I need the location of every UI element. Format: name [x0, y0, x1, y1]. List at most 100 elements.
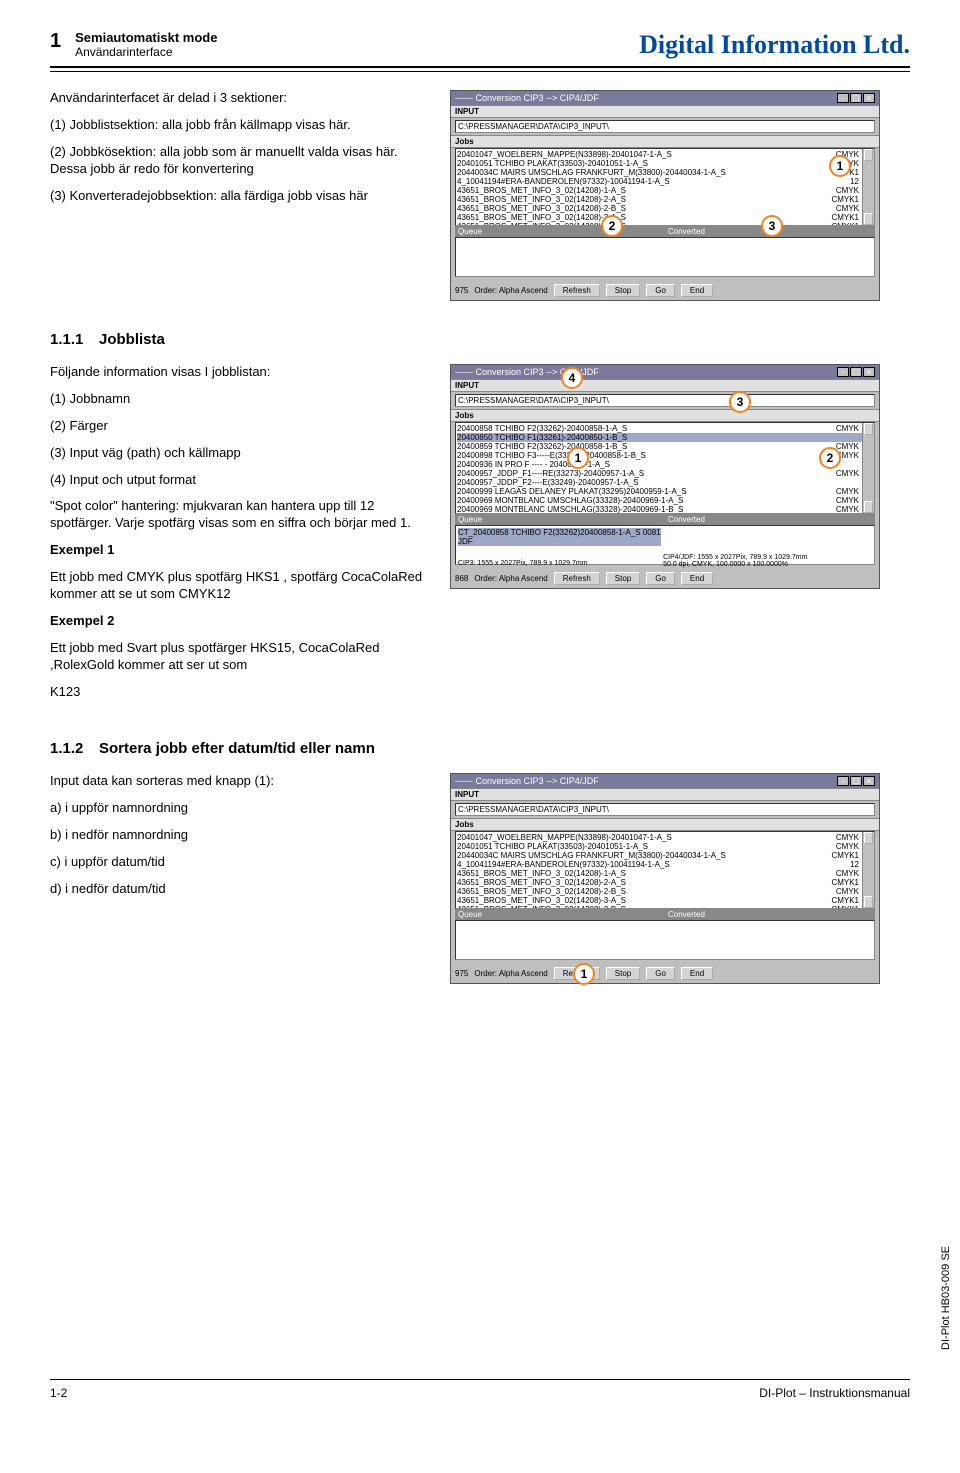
- jobs-label: Jobs: [455, 137, 474, 146]
- jobs-list[interactable]: 20401047_WOELBERN_MAPPE(N33898)-20401047…: [455, 148, 875, 226]
- job-row[interactable]: 20400957_JDDP_F1----RE(33273)-20400957-1…: [457, 469, 873, 478]
- go-button[interactable]: Go: [646, 284, 675, 297]
- s111-i1: (1) Jobbnamn: [50, 391, 430, 408]
- count-label: 975: [455, 969, 468, 978]
- job-row[interactable]: 20400969 MONTBLANC UMSCHLAG(33328)-20400…: [457, 496, 873, 505]
- job-row[interactable]: 43651_BROS_MET_INFO_3_02(14208)-2-A_SCMY…: [457, 878, 873, 887]
- lower-panes: [455, 920, 875, 960]
- job-row[interactable]: 20400898 TCHIBO F3-----E(33278)-20400858…: [457, 451, 873, 460]
- s112-p1: Input data kan sorteras med knapp (1):: [50, 773, 430, 790]
- input-path[interactable]: C:\PRESSMANAGER\DATA\CIP3_INPUT\: [455, 394, 875, 407]
- stop-button[interactable]: Stop: [606, 572, 640, 585]
- job-row[interactable]: 20401047_WOELBERN_MAPPE(N33898)-20401047…: [457, 833, 873, 842]
- window-title: ------ Conversion CIP3 --> CIP4/JDF: [455, 367, 599, 377]
- job-row[interactable]: 20440034C MAIRS UMSCHLAG FRANKFURT_M(338…: [457, 851, 873, 860]
- job-row[interactable]: 4_10041194#ERA-BANDEROLEN(97332)-1004119…: [457, 177, 873, 186]
- header-title-1: Semiautomatiskt mode: [75, 30, 217, 45]
- job-row[interactable]: 20400859 TCHIBO F2(33262)-20400858-1-B_S…: [457, 442, 873, 451]
- job-row[interactable]: 43651_BROS_MET_INFO_3_02(14208)-2-B_SCMY…: [457, 204, 873, 213]
- job-row[interactable]: 43651_BROS_MET_INFO_3_02(14208)-3-A_SCMY…: [457, 896, 873, 905]
- job-row[interactable]: 43651_BROS_MET_INFO_3_02(14208)-3-B_SCMY…: [457, 222, 873, 226]
- lower-panes: [455, 237, 875, 277]
- side-doc-id: DI-Plot HB03-009 SE: [940, 1246, 952, 1350]
- s111-p2: "Spot color" hantering: mjukvaran kan ha…: [50, 498, 430, 532]
- job-row[interactable]: 20440034C MAIRS UMSCHLAG FRANKFURT_M(338…: [457, 168, 873, 177]
- job-row[interactable]: 20400858 TCHIBO F2(33262)-20400858-1-A_S…: [457, 424, 873, 433]
- job-row[interactable]: 20400936 IN PRO F ---- - 20400938-1-A_S: [457, 460, 873, 469]
- stop-button[interactable]: Stop: [606, 284, 640, 297]
- jobs-list[interactable]: 20401047_WOELBERN_MAPPE(N33898)-20401047…: [455, 831, 875, 909]
- refresh-button[interactable]: Refresh: [554, 284, 600, 297]
- sec-112-title: Sortera jobb efter datum/tid eller namn: [99, 740, 375, 757]
- job-row[interactable]: 43651_BROS_MET_INFO_3_02(14208)-3-B_SCMY…: [457, 905, 873, 909]
- chapter-number: 1: [50, 30, 61, 53]
- cip4-info: CIP4/JDF: 1555 x 2027Pix, 789.9 x 1029.7…: [663, 554, 866, 568]
- go-button[interactable]: Go: [646, 967, 675, 980]
- ex1-head: Exempel 1: [50, 542, 430, 559]
- footer-left: 1-2: [50, 1386, 67, 1400]
- job-row[interactable]: 20400969 MONTBLANC UMSCHLAG(33328)-20400…: [457, 505, 873, 514]
- window-buttons: -□×: [836, 776, 875, 786]
- end-button[interactable]: End: [681, 967, 713, 980]
- queue-selected-row[interactable]: CT_20400858 TCHIBO F2(33262)20400858-1-A…: [458, 528, 661, 546]
- queue-header: Queue: [455, 514, 665, 525]
- company-name: Digital Information Ltd.: [639, 30, 910, 60]
- job-row[interactable]: 20400999 LEAGAS DELANEY PLAKAT(33295)204…: [457, 487, 873, 496]
- job-row[interactable]: 43651_BROS_MET_INFO_3_02(14208)-1-A_SCMY…: [457, 869, 873, 878]
- job-row[interactable]: 43651_BROS_MET_INFO_3_02(14208)-2-A_SCMY…: [457, 195, 873, 204]
- lower-panes: CT_20400858 TCHIBO F2(33262)20400858-1-A…: [455, 525, 875, 565]
- s112-b: b) i nedför namnordning: [50, 827, 430, 844]
- sec-111-num: 1.1.1: [50, 331, 83, 348]
- sec-111-title: Jobblista: [99, 331, 165, 348]
- job-row[interactable]: 4_10041194#ERA-BANDEROLEN(97332)-1004119…: [457, 860, 873, 869]
- converted-header: Converted: [665, 226, 875, 237]
- go-button[interactable]: Go: [646, 572, 675, 585]
- end-button[interactable]: End: [681, 284, 713, 297]
- window-title: ------ Conversion CIP3 --> CIP4/JDF: [455, 93, 599, 103]
- order-label: Order: Alpha Ascend: [474, 286, 547, 295]
- footer-right: DI-Plot – Instruktionsmanual: [759, 1386, 910, 1400]
- s111-i3: (3) Input väg (path) och källmapp: [50, 445, 430, 462]
- job-row[interactable]: 43651_BROS_MET_INFO_3_02(14208)-2-B_SCMY…: [457, 887, 873, 896]
- screenshot-1: ------ Conversion CIP3 --> CIP4/JDF -□× …: [450, 90, 880, 301]
- scrollbar[interactable]: [862, 832, 874, 908]
- input-label: INPUT: [455, 107, 479, 116]
- screenshot-2: ------ Conversion CIP3 --> CIP4/JDF -□× …: [450, 364, 880, 589]
- s111-p1: Följande information visas I jobblistan:: [50, 364, 430, 381]
- input-label: INPUT: [455, 381, 479, 390]
- job-row[interactable]: 20400957_JDDP_F2----E(33249)-20400957-1-…: [457, 478, 873, 487]
- header-rule: [50, 66, 910, 72]
- job-row[interactable]: 20401051 TCHIBO PLAKAT(33503)-20401051-1…: [457, 159, 873, 168]
- stop-button[interactable]: Stop: [606, 967, 640, 980]
- queue-header: Queue: [455, 909, 665, 920]
- job-row[interactable]: 43651_BROS_MET_INFO_3_02(14208)-1-A_SCMY…: [457, 186, 873, 195]
- screenshot-3: ------ Conversion CIP3 --> CIP4/JDF -□× …: [450, 773, 880, 984]
- header-title-2: Användarinterface: [75, 45, 217, 59]
- refresh-button[interactable]: Refresh: [554, 572, 600, 585]
- jobs-list[interactable]: 20400858 TCHIBO F2(33262)-20400858-1-A_S…: [455, 422, 875, 514]
- count-label: 868: [455, 574, 468, 583]
- job-row[interactable]: 20400850 TCHIBO F1(33261)-20400850-1-B_S: [457, 433, 873, 442]
- ex1-text: Ett jobb med CMYK plus spotfärg HKS1 , s…: [50, 569, 430, 603]
- scrollbar[interactable]: [862, 149, 874, 225]
- s1-p1: Användarinterfacet är delad i 3 sektione…: [50, 90, 430, 107]
- ex2-k: K123: [50, 684, 430, 701]
- s1-p3: (2) Jobbkösektion: alla jobb som är manu…: [50, 144, 430, 178]
- job-row[interactable]: 20401051 TCHIBO PLAKAT(33503)-20401051-1…: [457, 842, 873, 851]
- input-label: INPUT: [455, 790, 479, 799]
- s1-p4: (3) Konverteradejobbsektion: alla färdig…: [50, 188, 430, 205]
- cip3-info: CIP3: 1555 x 2027Pix, 789.9 x 1029.7mm: [458, 560, 661, 567]
- s1-p2: (1) Jobblistsektion: alla jobb från käll…: [50, 117, 430, 134]
- scrollbar[interactable]: [862, 423, 874, 513]
- ex2-text: Ett jobb med Svart plus spotfärger HKS15…: [50, 640, 430, 674]
- refresh-button[interactable]: Refresh: [554, 967, 600, 980]
- queue-header: Queue: [455, 226, 665, 237]
- input-path[interactable]: C:\PRESSMANAGER\DATA\CIP3_INPUT\: [455, 120, 875, 133]
- job-row[interactable]: 20401047_WOELBERN_MAPPE(N33898)-20401047…: [457, 150, 873, 159]
- s112-c: c) i uppför datum/tid: [50, 854, 430, 871]
- window-buttons: -□×: [836, 367, 875, 377]
- input-path[interactable]: C:\PRESSMANAGER\DATA\CIP3_INPUT\: [455, 803, 875, 816]
- job-row[interactable]: 43651_BROS_MET_INFO_3_02(14208)-3-A_SCMY…: [457, 213, 873, 222]
- end-button[interactable]: End: [681, 572, 713, 585]
- s112-a: a) i uppför namnordning: [50, 800, 430, 817]
